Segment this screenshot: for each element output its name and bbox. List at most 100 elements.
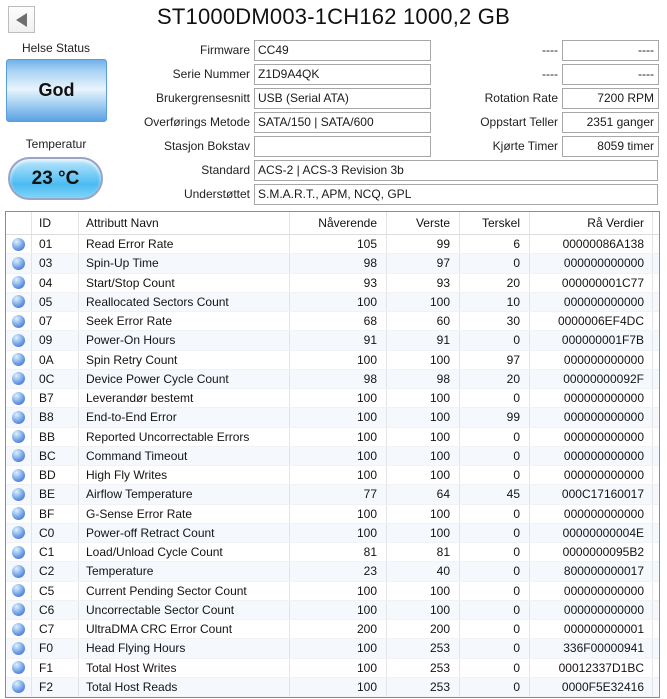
smart-attribute-row[interactable]: 01 Read Error Rate 105 99 6 00000086A138 [6,235,659,255]
attribute-current: 98 [290,369,387,388]
smart-attribute-row[interactable]: 0A Spin Retry Count 100 100 97 000000000… [6,350,659,370]
attribute-name: Leverandør bestemt [79,389,290,408]
attribute-worst: 100 [387,446,460,465]
smart-attribute-row[interactable]: F1 Total Host Writes 100 253 0 00012337D… [6,658,659,678]
header-id[interactable]: ID [32,212,79,234]
stat-value-field[interactable]: ---- [562,39,659,61]
row-spacer [653,543,659,561]
attribute-name: Seek Error Rate [79,312,290,331]
attribute-id: C2 [32,562,79,581]
header-threshold[interactable]: Terskel [460,212,530,234]
header-attribute-name[interactable]: Attributt Navn [79,212,290,234]
smart-attribute-row[interactable]: BD High Fly Writes 100 100 0 00000000000… [6,466,659,486]
attribute-id: BE [32,485,79,504]
smart-attribute-row[interactable]: C5 Current Pending Sector Count 100 100 … [6,581,659,601]
smart-attribute-row[interactable]: F2 Total Host Reads 100 253 0 0000F5E324… [6,677,659,697]
info-value-field[interactable]: ACS-2 | ACS-3 Revision 3b [254,159,658,181]
smart-attribute-row[interactable]: 05 Reallocated Sectors Count 100 100 10 … [6,292,659,312]
status-orb-cell [6,523,32,542]
header-current[interactable]: Nåverende [290,212,387,234]
status-good-orb-icon [12,391,25,405]
smart-attribute-row[interactable]: BB Reported Uncorrectable Errors 100 100… [6,427,659,447]
attribute-name: Total Host Writes [79,658,290,677]
attribute-threshold: 97 [460,350,530,369]
smart-attribute-row[interactable]: C6 Uncorrectable Sector Count 100 100 0 … [6,600,659,620]
attribute-name: Reallocated Sectors Count [79,292,290,311]
status-good-orb-icon [12,314,25,328]
status-good-orb-icon [12,256,25,270]
attribute-id: C6 [32,600,79,619]
status-good-orb-icon [12,295,25,309]
stat-value-field[interactable]: 7200 RPM [562,87,659,109]
attribute-worst: 100 [387,581,460,600]
attribute-threshold: 0 [460,331,530,350]
attribute-threshold: 99 [460,408,530,427]
smart-attribute-row[interactable]: 09 Power-On Hours 91 91 0 000000001F7B [6,331,659,351]
attribute-raw-value: 000000000000 [530,350,653,369]
row-spacer [653,582,659,600]
row-spacer [653,428,659,446]
smart-attribute-row[interactable]: F0 Head Flying Hours 100 253 0 336F00000… [6,639,659,659]
smart-attribute-row[interactable]: 07 Seek Error Rate 68 60 30 0000006EF4DC [6,312,659,332]
back-button[interactable] [8,6,35,33]
smart-attribute-row[interactable]: BC Command Timeout 100 100 0 00000000000… [6,446,659,466]
smart-attribute-row[interactable]: C1 Load/Unload Cycle Count 81 81 0 00000… [6,543,659,563]
row-spacer [653,524,659,542]
attribute-current: 93 [290,273,387,292]
header-worst[interactable]: Verste [387,212,460,234]
attribute-name: Reported Uncorrectable Errors [79,427,290,446]
stat-value-field[interactable]: 8059 timer [562,135,659,157]
attribute-current: 100 [290,523,387,542]
row-spacer [653,331,659,349]
attribute-name: Power-off Retract Count [79,523,290,542]
smart-attribute-row[interactable]: BF G-Sense Error Rate 100 100 0 00000000… [6,504,659,524]
attribute-threshold: 45 [460,485,530,504]
status-orb-cell [6,408,32,427]
stat-row: ---- ---- [0,38,667,62]
attribute-worst: 100 [387,600,460,619]
smart-attribute-row[interactable]: B7 Leverandør bestemt 100 100 0 00000000… [6,389,659,409]
smart-attribute-row[interactable]: 04 Start/Stop Count 93 93 20 000000001C7… [6,273,659,293]
stat-value-field[interactable]: ---- [562,63,659,85]
attribute-raw-value: 336F00000941 [530,639,653,658]
header-status-column[interactable] [6,212,32,234]
stat-value-field[interactable]: 2351 ganger [562,111,659,133]
status-good-orb-icon [12,276,25,290]
attribute-name: Uncorrectable Sector Count [79,600,290,619]
attribute-threshold: 0 [460,504,530,523]
smart-attribute-row[interactable]: C2 Temperature 23 40 0 800000000017 [6,562,659,582]
attribute-current: 100 [290,639,387,658]
attribute-name: Total Host Reads [79,677,290,696]
smart-attribute-row[interactable]: 03 Spin-Up Time 98 97 0 000000000000 [6,254,659,274]
status-good-orb-icon [12,564,25,578]
attribute-name: Temperature [79,562,290,581]
row-spacer [653,505,659,523]
attribute-worst: 100 [387,504,460,523]
attribute-worst: 97 [387,254,460,273]
back-arrow-icon [16,12,27,27]
attribute-name: Start/Stop Count [79,273,290,292]
attribute-worst: 40 [387,562,460,581]
status-good-orb-icon [12,449,25,463]
attribute-name: Current Pending Sector Count [79,581,290,600]
smart-table-body: 01 Read Error Rate 105 99 6 00000086A138… [6,235,659,697]
smart-attribute-row[interactable]: 0C Device Power Cycle Count 98 98 20 000… [6,369,659,389]
smart-attribute-row[interactable]: C0 Power-off Retract Count 100 100 0 000… [6,523,659,543]
attribute-id: F1 [32,658,79,677]
attribute-name: Power-On Hours [79,331,290,350]
attribute-worst: 100 [387,427,460,446]
status-good-orb-icon [12,333,25,347]
row-spacer [653,601,659,619]
smart-attribute-row[interactable]: BE Airflow Temperature 77 64 45 000C1716… [6,485,659,505]
status-orb-cell [6,581,32,600]
disk-info-window: ST1000DM003-1CH162 1000,2 GB Helse Statu… [0,0,667,699]
smart-attribute-row[interactable]: B8 End-to-End Error 100 100 99 000000000… [6,408,659,428]
smart-attribute-row[interactable]: C7 UltraDMA CRC Error Count 200 200 0 00… [6,620,659,640]
row-spacer [653,620,659,638]
drive-title: ST1000DM003-1CH162 1000,2 GB [157,4,510,29]
status-orb-cell [6,427,32,446]
attribute-worst: 253 [387,677,460,696]
header-raw-values[interactable]: Rå Verdier [530,212,653,234]
info-value-field[interactable]: S.M.A.R.T., APM, NCQ, GPL [254,183,658,205]
attribute-raw-value: 000000000000 [530,581,653,600]
